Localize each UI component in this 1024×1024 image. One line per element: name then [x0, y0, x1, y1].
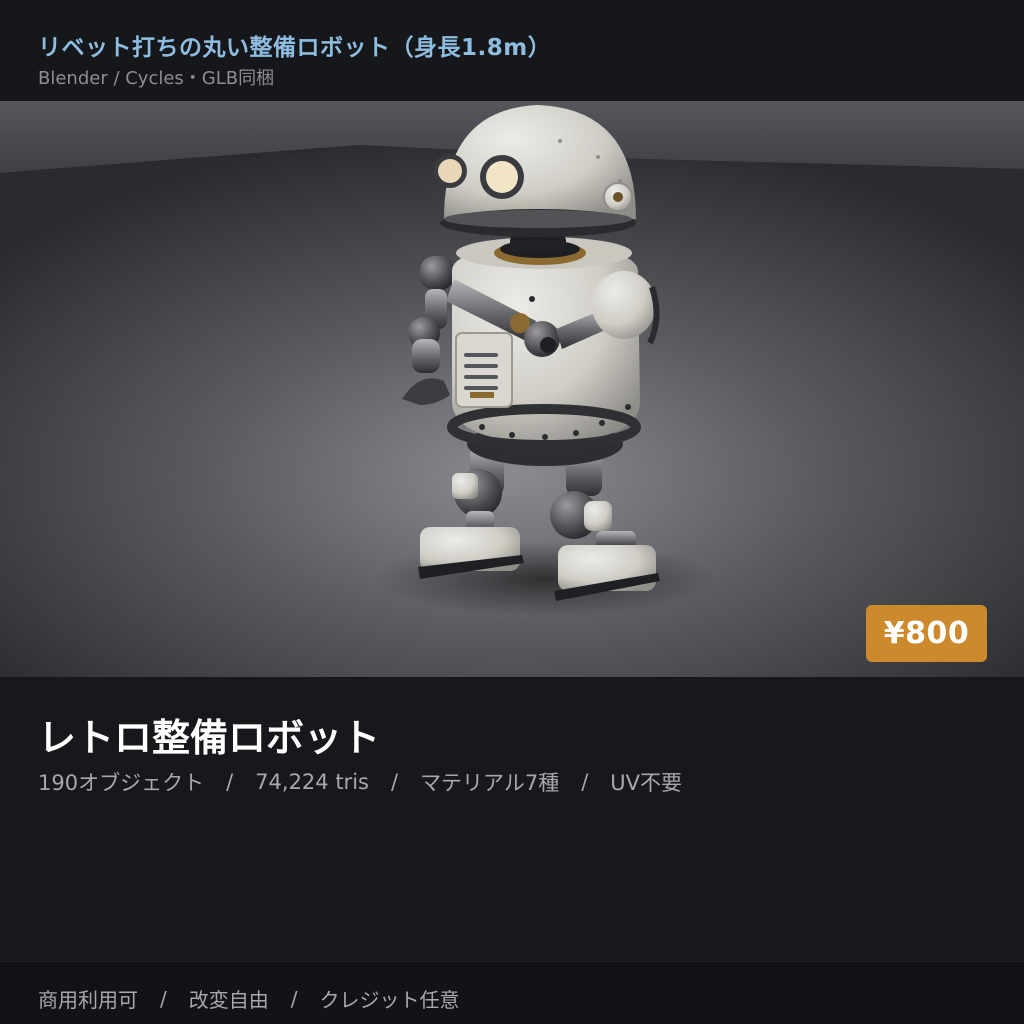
spec-materials: マテリアル7種: [420, 771, 560, 795]
license-commercial: 商用利用可: [38, 988, 138, 1012]
product-info: レトロ整備ロボット 190オブジェクト / 74,224 tris / マテリア…: [0, 677, 1024, 961]
spec-objects: 190オブジェクト: [38, 771, 205, 795]
spec-list: 190オブジェクト / 74,224 tris / マテリアル7種 / UV不要: [38, 767, 682, 797]
spec-separator: /: [390, 770, 399, 794]
license-separator: /: [290, 986, 298, 1011]
listing-header: リベット打ちの丸い整備ロボット（身長1.8m） Blender / Cycles…: [0, 0, 1024, 101]
model-preview-image[interactable]: ¥800: [0, 101, 1024, 677]
license-list: 商用利用可 / 改変自由 / クレジット任意: [38, 984, 460, 1013]
spec-separator: /: [226, 770, 234, 794]
listing-title: リベット打ちの丸い整備ロボット（身長1.8m）: [38, 35, 552, 61]
robot-render: [0, 101, 1024, 677]
spec-separator: /: [581, 770, 589, 794]
spec-uv: UV不要: [610, 771, 683, 795]
license-credit: クレジット任意: [319, 988, 460, 1012]
spec-tris: 74,224 tris: [255, 770, 369, 794]
product-title: レトロ整備ロボット: [38, 716, 381, 760]
listing-subtitle: Blender / Cycles・GLB同梱: [38, 68, 275, 89]
license-footer: 商用利用可 / 改変自由 / クレジット任意: [0, 961, 1024, 1024]
license-separator: /: [160, 986, 167, 1011]
license-modification: 改変自由: [188, 988, 269, 1012]
price-badge: ¥800: [866, 605, 987, 662]
